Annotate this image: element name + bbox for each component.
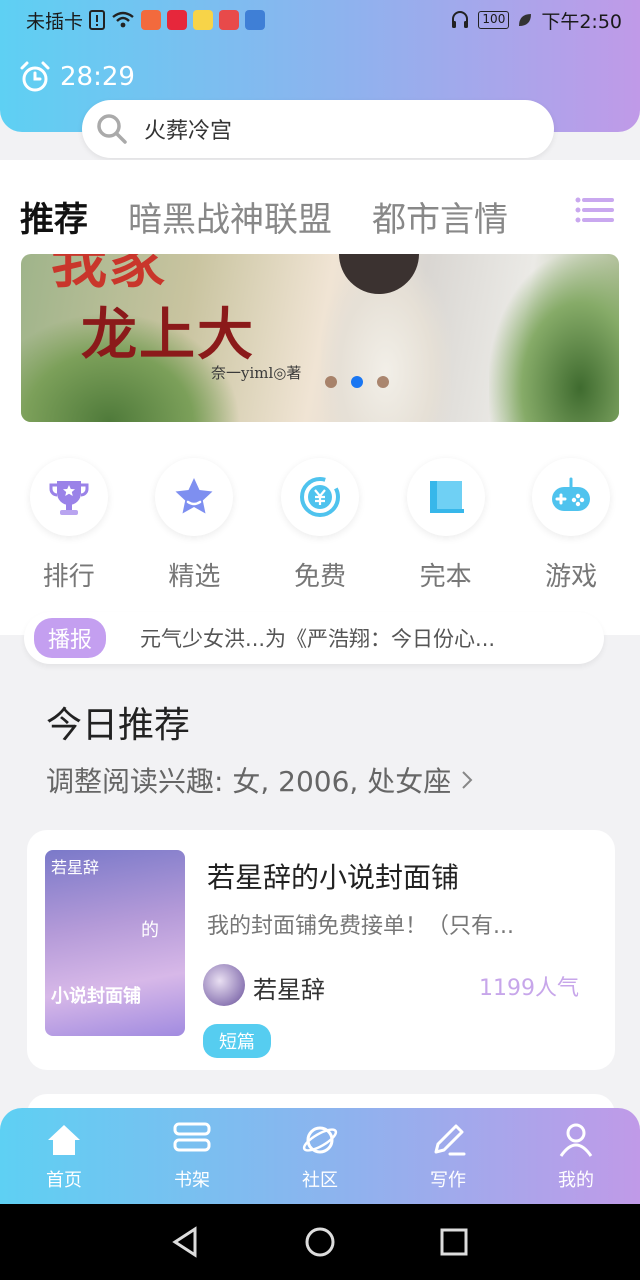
pagination-dot-active[interactable] (351, 376, 363, 388)
nav-label: 首页 (46, 1170, 82, 1191)
banner-pagination (325, 376, 389, 388)
pagination-dot[interactable] (377, 376, 389, 388)
category-icon-wrap (532, 458, 611, 536)
tab-dark-war-god[interactable]: 暗黑战神联盟 (128, 192, 332, 241)
user-icon (559, 1123, 593, 1157)
book-cover[interactable]: 若星辞 的 小说封面铺 (45, 850, 185, 1036)
category-ranking[interactable]: 排行 (19, 458, 119, 593)
status-bar: 未插卡 100 下午2:50 (0, 0, 640, 40)
planet-icon (302, 1126, 338, 1154)
star-icon (175, 478, 213, 514)
category-tabs: 推荐 暗黑战神联盟 都市言情 (0, 186, 640, 246)
pen-icon (434, 1124, 466, 1156)
promo-banner[interactable]: 我家 龙上大 奈一yiml◎著 (21, 254, 619, 422)
system-navigation-bar (0, 1204, 640, 1280)
home-icon (48, 1125, 80, 1155)
gamepad-icon (552, 477, 591, 511)
nav-label: 写作 (430, 1170, 466, 1191)
banner-title: 龙上大 (81, 302, 255, 368)
wifi-icon (112, 11, 134, 28)
nav-home[interactable]: 首页 (14, 1120, 114, 1192)
nav-label: 社区 (302, 1170, 338, 1191)
alarm-clock-icon (20, 61, 50, 92)
author-avatar[interactable] (203, 964, 245, 1006)
category-label: 游戏 (545, 562, 598, 592)
app-icon-red (219, 10, 240, 30)
popularity-count: 1199人气 (479, 976, 579, 1001)
category-featured[interactable]: 精选 (144, 458, 244, 593)
nav-bookshelf[interactable]: 书架 (142, 1120, 242, 1192)
trophy-icon (49, 481, 89, 515)
carrier-text: 未插卡 (26, 10, 84, 33)
app-icon-88 (141, 10, 162, 30)
section-title: 今日推荐 (46, 705, 191, 746)
ticker-badge: 播报 (34, 618, 107, 658)
recents-icon[interactable] (439, 1227, 469, 1257)
category-shortcuts: 排行 精选 免费 完本 游戏 (0, 458, 640, 593)
category-label: 排行 (42, 562, 95, 592)
category-label: 精选 (168, 562, 221, 592)
category-icon-wrap (155, 458, 234, 536)
app-icon-yellow (193, 10, 214, 30)
banner-foliage-right (489, 254, 619, 422)
category-label: 完本 (419, 562, 472, 592)
nav-label: 我的 (558, 1170, 594, 1191)
search-placeholder: 火葬冷宫 (144, 119, 233, 144)
category-icon-wrap (280, 458, 359, 536)
book-icon (429, 481, 464, 513)
category-completed[interactable]: 完本 (396, 458, 496, 593)
category-free[interactable]: 免费 (270, 458, 370, 593)
nav-community[interactable]: 社区 (270, 1120, 370, 1192)
category-icon-wrap (406, 458, 485, 536)
cover-mid: 的 (141, 920, 159, 941)
nav-profile[interactable]: 我的 (526, 1120, 626, 1192)
free-icon (299, 477, 340, 517)
cover-title: 若星辞 (51, 858, 100, 877)
sim-alert-icon (89, 10, 106, 30)
nav-label: 书架 (174, 1170, 210, 1191)
category-icon-wrap (29, 458, 108, 536)
category-games[interactable]: 游戏 (521, 458, 621, 593)
search-icon (97, 114, 127, 144)
book-description: 我的封面铺免费接单！（只有... (207, 914, 514, 939)
reading-timer[interactable]: 28:29 (18, 60, 135, 94)
news-ticker[interactable]: 播报 元气少女洪...为《严浩翔：今日份心... (24, 612, 604, 664)
battery-indicator: 100 (478, 11, 510, 29)
timer-value: 28:29 (60, 62, 135, 92)
app-icon-blue (245, 10, 266, 30)
nav-write[interactable]: 写作 (398, 1120, 498, 1192)
leaf-icon (519, 14, 532, 26)
category-label: 免费 (293, 562, 346, 592)
book-tag: 短篇 (203, 1024, 271, 1058)
section-subtitle: 调整阅读兴趣: 女, 2006, 处女座 (46, 765, 452, 798)
clock-text: 下午2:50 (541, 10, 622, 33)
pagination-dot[interactable] (325, 376, 337, 388)
author-name[interactable]: 若星辞 (253, 970, 325, 1005)
ticker-text: 元气少女洪...为《严浩翔：今日份心... (140, 627, 496, 651)
search-bar[interactable]: 火葬冷宫 (82, 100, 554, 158)
tab-recommend[interactable]: 推荐 (20, 192, 88, 241)
home-circle-icon[interactable] (303, 1225, 337, 1259)
tab-urban-romance[interactable]: 都市言情 (372, 192, 508, 241)
menu-lines-icon (575, 197, 614, 223)
bottom-navigation: 首页 书架 社区 写作 我的 (0, 1108, 640, 1204)
book-card[interactable]: 若星辞 的 小说封面铺 若星辞的小说封面铺 我的封面铺免费接单！（只有... 若… (27, 830, 615, 1070)
cover-main: 小说封面铺 (51, 986, 141, 1007)
chevron-right-icon (462, 771, 473, 789)
back-icon[interactable] (171, 1225, 201, 1259)
headphones-icon (452, 11, 469, 28)
bookshelf-icon (173, 1122, 211, 1152)
app-icon-redbook (167, 10, 188, 30)
book-title[interactable]: 若星辞的小说封面铺 (207, 856, 459, 896)
banner-author: 奈一yiml◎著 (211, 364, 302, 382)
tabs-menu-button[interactable] (570, 186, 640, 242)
interest-settings-link[interactable]: 调整阅读兴趣: 女, 2006, 处女座 (46, 760, 475, 800)
